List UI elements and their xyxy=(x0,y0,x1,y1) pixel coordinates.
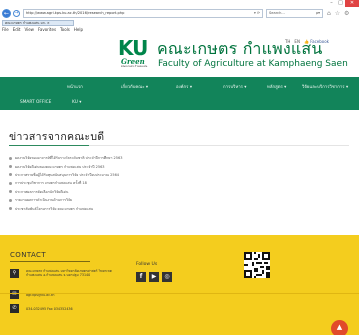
menu-view[interactable]: View xyxy=(24,27,34,32)
ku-logo[interactable]: KU xyxy=(118,38,148,58)
contact-underline xyxy=(10,261,90,262)
footer-divider xyxy=(0,293,359,294)
list-item[interactable]: ประกาศผลการคัดเลือกนักวิจัยดีเด่น xyxy=(9,188,354,196)
nav-home[interactable]: หน้าแรก xyxy=(67,83,83,90)
main-nav: หน้าแรก เกี่ยวกับคณะ ▾ องค์กร ▾ การบริหา… xyxy=(0,77,359,110)
bullet-icon xyxy=(9,156,12,160)
site-title-english: Faculty of Agriculture at Kamphaeng Saen xyxy=(158,59,348,69)
facebook-like-button[interactable]: 👍 Facebook xyxy=(304,39,329,44)
address-bar[interactable]: http://www.agri.kps.ku.ac.th/2016/resear… xyxy=(23,9,263,18)
forward-button[interactable]: → xyxy=(13,10,20,17)
email-icon: ✉ xyxy=(10,290,19,299)
follow-us-title: Follow Us xyxy=(136,262,158,267)
back-button[interactable]: ← xyxy=(2,9,11,18)
close-button[interactable]: ✕ xyxy=(345,0,359,7)
bullet-icon xyxy=(9,173,12,177)
list-item[interactable]: รายงานผลการดำเนินงานด้านการวิจัย xyxy=(9,196,354,204)
bullet-icon xyxy=(9,207,12,211)
facebook-icon: f xyxy=(139,273,143,280)
contact-title: CONTACT xyxy=(10,251,46,259)
contact-phone: 034-032495 Fax 034352436 xyxy=(26,307,73,311)
instagram-icon: ◎ xyxy=(164,273,170,280)
news-item-text: ประกาศรายชื่อผู้ได้รับทุนสนับสนุนการวิจั… xyxy=(15,172,120,177)
phone-icon: ✆ xyxy=(10,304,19,313)
news-item-text: รายงานผลการดำเนินงานด้านการวิจัย xyxy=(15,198,73,203)
contact-address: คณะเกษตร กำแพงแสน มหาวิทยาลัยเกษตรศาสตร์… xyxy=(26,269,112,278)
news-item-text: การประชุมวิชาการ เกษตรกำแพงแสน ครั้งที่ … xyxy=(15,181,87,186)
youtube-button[interactable]: ▶ xyxy=(149,272,159,282)
site-footer: CONTACT ⚲ คณะเกษตร กำแพงแสน มหาวิทยาลัยเ… xyxy=(0,235,359,335)
nav-ku[interactable]: KU ▾ xyxy=(72,100,81,105)
bullet-icon xyxy=(9,198,12,202)
menu-file[interactable]: File xyxy=(2,27,9,32)
news-list: ผลงานวิจัยของอาจารย์ที่ได้รับรางวัลระดับ… xyxy=(9,154,354,213)
list-item[interactable]: ผลงานวิจัยดีเด่นของคณะเกษตร กำแพงแสน ประ… xyxy=(9,162,354,170)
menu-favorites[interactable]: Favorites xyxy=(38,27,56,32)
logo-subtitle: คณะเกษตร กำแพงแสน xyxy=(121,65,148,68)
search-input[interactable]: Search... ρ▾ xyxy=(266,9,323,18)
language-switcher: TH EN 👍 Facebook xyxy=(285,39,329,44)
search-icon[interactable]: ρ▾ xyxy=(316,10,320,17)
nav-administration[interactable]: การบริหาร ▾ xyxy=(223,83,246,90)
tab-bar: คณะเกษตร กำแพงแสน มก. × xyxy=(0,20,359,26)
lang-en-link[interactable]: EN xyxy=(294,39,300,44)
nav-curriculum[interactable]: หลักสูตร ▾ xyxy=(267,83,286,90)
news-divider xyxy=(89,145,349,146)
nav-organization[interactable]: องค์กร ▾ xyxy=(176,83,192,90)
youtube-icon: ▶ xyxy=(151,273,157,280)
news-item-text: ประกาศผลการคัดเลือกนักวิจัยดีเด่น xyxy=(15,189,69,194)
maximize-button[interactable]: □ xyxy=(336,0,345,7)
window-controls: – □ ✕ xyxy=(327,0,359,7)
list-item[interactable]: การประชุมวิชาการ เกษตรกำแพงแสน ครั้งที่ … xyxy=(9,179,354,187)
news-title: ข่าวสารจากคณะบดี xyxy=(9,131,105,143)
news-title-underline xyxy=(9,145,89,146)
nav-smart-office[interactable]: SMART OFFICE xyxy=(20,100,51,105)
news-item-text: ผลงานวิจัยของอาจารย์ที่ได้รับรางวัลระดับ… xyxy=(15,156,123,161)
lang-th-link[interactable]: TH xyxy=(285,39,290,44)
location-icon: ⚲ xyxy=(10,269,19,278)
nav-research[interactable]: วิจัยและบริการวิชาการ ▾ xyxy=(302,83,348,90)
refresh-icon[interactable]: ▾ ⟳ xyxy=(254,10,262,17)
list-item[interactable]: ผลงานวิจัยของอาจารย์ที่ได้รับรางวัลระดับ… xyxy=(9,154,354,162)
qr-code xyxy=(244,252,270,278)
tab-active[interactable]: คณะเกษตร กำแพงแสน มก. × xyxy=(2,20,74,26)
news-item-text: ประชาสัมพันธ์โครงการวิจัย คณะเกษตร กำแพง… xyxy=(15,206,94,211)
menu-edit[interactable]: Edit xyxy=(13,27,21,32)
toolbar-icons[interactable]: ⌂ ☆ ⚙ xyxy=(327,10,350,17)
qr-code-icon xyxy=(244,252,270,278)
search-placeholder: Search... xyxy=(269,11,285,15)
menu-bar: File Edit View Favorites Tools Help xyxy=(2,27,83,32)
menu-tools[interactable]: Tools xyxy=(60,27,70,32)
browser-toolbar: ← → http://www.agri.kps.ku.ac.th/2016/re… xyxy=(0,8,359,19)
facebook-button[interactable]: f xyxy=(136,272,146,282)
back-arrow-icon: ← xyxy=(3,10,10,17)
bullet-icon xyxy=(9,181,12,185)
nav-about[interactable]: เกี่ยวกับคณะ ▾ xyxy=(121,83,148,90)
forward-arrow-icon: → xyxy=(14,10,19,16)
list-item[interactable]: ประกาศรายชื่อผู้ได้รับทุนสนับสนุนการวิจั… xyxy=(9,171,354,179)
address-url: http://www.agri.kps.ku.ac.th/2016/resear… xyxy=(26,11,125,15)
minimize-button[interactable]: – xyxy=(327,0,336,7)
news-item-text: ผลงานวิจัยดีเด่นของคณะเกษตร กำแพงแสน ประ… xyxy=(15,164,105,169)
instagram-button[interactable]: ◎ xyxy=(162,272,172,282)
list-item[interactable]: ประชาสัมพันธ์โครงการวิจัย คณะเกษตร กำแพง… xyxy=(9,204,354,212)
back-to-top-button[interactable]: ▲ xyxy=(331,320,348,335)
menu-help[interactable]: Help xyxy=(74,27,83,32)
bullet-icon xyxy=(9,165,12,169)
site-header: KU Green คณะเกษตร กำแพงแสน คณะเกษตร กำแพ… xyxy=(0,34,359,76)
bullet-icon xyxy=(9,190,12,194)
arrow-up-icon: ▲ xyxy=(336,323,343,331)
